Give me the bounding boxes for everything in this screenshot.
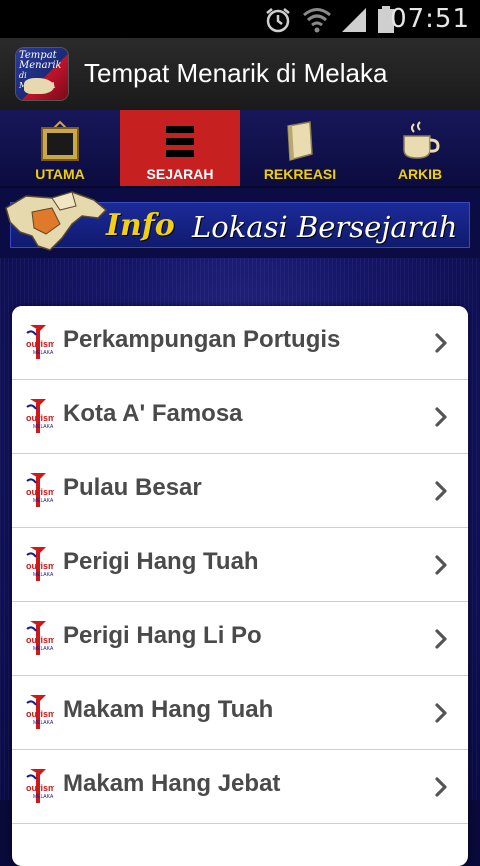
tourism-melaka-logo-icon: ourismMELAKA (26, 695, 54, 729)
tab-utama[interactable]: UTAMA (0, 110, 120, 186)
logo-text-top: ourism (26, 339, 54, 349)
logo-text-top: ourism (26, 783, 54, 793)
header-banner: Info Lokasi Bersejarah (0, 188, 480, 258)
logo-text-bottom: MELAKA (33, 794, 54, 800)
logo-text-top: ourism (26, 561, 54, 571)
logo-text-top: ourism (26, 487, 54, 497)
app-logo[interactable]: Tempat Menarik di MELAKA (16, 48, 68, 100)
action-bar: Tempat Menarik di MELAKA Tempat Menarik … (0, 38, 480, 112)
list-item[interactable]: ourism MELAKA Perigi Hang Tuah (12, 528, 468, 602)
chevron-right-icon (435, 333, 447, 353)
tab-sejarah[interactable]: SEJARAH (120, 110, 240, 186)
chevron-right-icon (435, 481, 447, 501)
content-area: ourism MELAKA Perkampungan Portugis ourism M… (0, 258, 480, 866)
melaka-map-icon (5, 191, 108, 251)
location-list: ourism MELAKA Perkampungan Portugis ourism M… (12, 306, 468, 866)
list-item[interactable]: ourism MELAKA Makam Hang Jebat (12, 750, 468, 824)
status-bar: 07:51 (0, 0, 480, 38)
list-item-label: Pulau Besar (63, 474, 202, 501)
logo-text-bottom: MELAKA (33, 646, 54, 652)
logo-text-top: ourism (26, 413, 54, 423)
list-item-label: Perigi Hang Tuah (63, 548, 259, 575)
logo-text-bottom: MELAKA (33, 572, 54, 578)
list-icon (166, 126, 194, 157)
chevron-right-icon (435, 555, 447, 575)
banner-highlight: Info (106, 208, 175, 243)
list-item-label: Kota A' Famosa (63, 400, 243, 427)
tv-icon (41, 120, 79, 161)
logo-text-bottom: MELAKA (33, 350, 54, 356)
wifi-icon (303, 8, 331, 33)
list-item-label: Makam Hang Jebat (63, 770, 281, 797)
logo-text-bottom: MELAKA (33, 498, 54, 504)
list-item[interactable]: ourism MELAKA Makam Hang Tuah (12, 676, 468, 750)
chevron-right-icon (435, 703, 447, 723)
list-item[interactable]: ourism MELAKA Perigi Hang Li Po (12, 602, 468, 676)
signal-icon (342, 8, 366, 32)
map-icon (24, 78, 54, 94)
logo-text-top: ourism (26, 709, 54, 719)
tab-arkib[interactable]: ARKIB (360, 110, 480, 186)
tourism-melaka-logo-icon: ourismMELAKA (26, 473, 54, 507)
book-icon (287, 121, 313, 161)
coffee-cup-icon (403, 121, 440, 159)
logo-text-bottom: MELAKA (33, 720, 54, 726)
tourism-melaka-logo-icon: ourismMELAKA (26, 325, 54, 359)
chevron-right-icon (435, 777, 447, 797)
tab-rekreasi[interactable]: REKREASI (240, 110, 360, 186)
list-item[interactable]: ourism MELAKA Perkampungan Portugis (12, 306, 468, 380)
tourism-melaka-logo-icon: ourismMELAKA (26, 621, 54, 655)
chevron-right-icon (435, 629, 447, 649)
tourism-melaka-logo-icon: ourismMELAKA (26, 547, 54, 581)
alarm-icon (266, 8, 290, 33)
tourism-melaka-logo-icon: ourismMELAKA (26, 769, 54, 803)
logo-text-top: ourism (26, 635, 54, 645)
chevron-right-icon (435, 407, 447, 427)
tourism-melaka-logo-icon: ourismMELAKA (26, 399, 54, 433)
list-item-label: Perkampungan Portugis (63, 326, 341, 353)
app-title: Tempat Menarik di Melaka (84, 58, 388, 88)
list-item-label: Perigi Hang Li Po (63, 622, 262, 649)
banner-title: Lokasi Bersejarah (192, 210, 458, 244)
list-item-label: Makam Hang Tuah (63, 696, 274, 723)
clock: 07:51 (390, 4, 470, 34)
list-item[interactable]: ourism MELAKA Pulau Besar (12, 454, 468, 528)
list-item[interactable]: ourism MELAKA Kota A' Famosa (12, 380, 468, 454)
logo-text-bottom: MELAKA (33, 424, 54, 430)
tab-bar: UTAMA SEJARAH REKREASI ARKIB (0, 110, 480, 188)
